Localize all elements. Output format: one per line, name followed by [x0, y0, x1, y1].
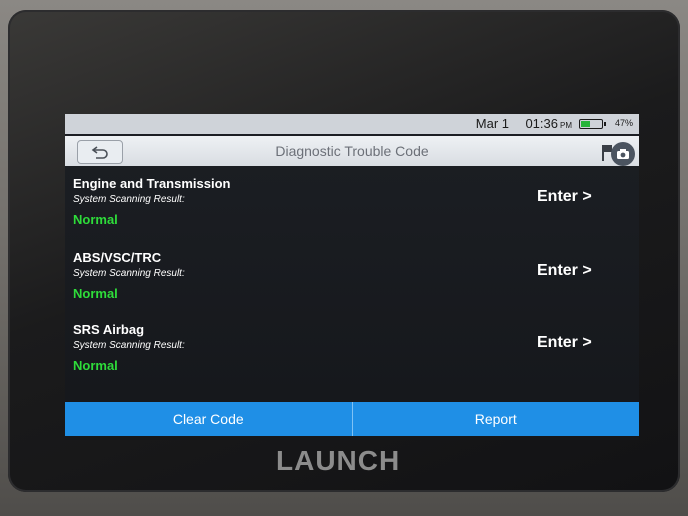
- result-row-engine: Engine and Transmission System Scanning …: [73, 176, 633, 240]
- enter-button-abs[interactable]: Enter >: [537, 262, 592, 280]
- title-bar: Diagnostic Trouble Code: [65, 136, 639, 166]
- device-screen: Mar 1 01:36 PM 47% Diagnostic Trouble Cod…: [65, 114, 639, 440]
- scan-result-label: System Scanning Result:: [73, 268, 185, 279]
- status-time: 01:36 PM: [525, 116, 572, 131]
- back-arrow-icon: [91, 146, 108, 159]
- page-title: Diagnostic Trouble Code: [275, 143, 429, 159]
- status-ampm: PM: [560, 121, 572, 130]
- status-date: Mar 1: [475, 116, 509, 131]
- result-row-abs: ABS/VSC/TRC System Scanning Result: Norm…: [73, 250, 633, 314]
- status-bar: Mar 1 01:36 PM 47%: [65, 114, 639, 134]
- camera-icon: [617, 149, 629, 159]
- report-button[interactable]: Report: [351, 402, 639, 436]
- scan-result-label: System Scanning Result:: [73, 194, 185, 205]
- system-name: ABS/VSC/TRC: [73, 250, 162, 265]
- result-row-srs: SRS Airbag System Scanning Result: Norma…: [73, 322, 633, 386]
- screenshot-button[interactable]: [611, 142, 635, 166]
- clear-code-button[interactable]: Clear Code: [65, 402, 352, 436]
- scan-result-label: System Scanning Result:: [73, 340, 185, 351]
- scan-status: Normal: [73, 212, 118, 227]
- brand-logo: LAUNCH: [276, 445, 401, 476]
- back-button[interactable]: [77, 140, 123, 164]
- battery-level-fill: [581, 121, 590, 127]
- system-name: SRS Airbag: [73, 322, 145, 337]
- system-name: Engine and Transmission: [73, 176, 231, 191]
- scan-status: Normal: [73, 286, 118, 301]
- battery-icon: [579, 119, 606, 129]
- enter-button-engine[interactable]: Enter >: [537, 188, 592, 206]
- scan-tool-device: Mar 1 01:36 PM 47% Diagnostic Trouble Cod…: [8, 10, 680, 492]
- action-bar: Clear Code Report: [65, 402, 639, 436]
- scan-status: Normal: [73, 358, 118, 373]
- enter-button-srs[interactable]: Enter >: [537, 334, 592, 352]
- status-time-value: 01:36: [525, 116, 558, 131]
- battery-percent: 47%: [614, 118, 633, 128]
